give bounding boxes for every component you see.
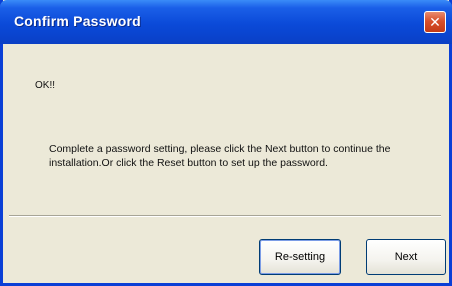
next-button[interactable]: Next xyxy=(366,239,446,275)
separator xyxy=(9,215,441,217)
close-icon: ✕ xyxy=(429,14,441,30)
confirm-password-dialog: Confirm Password ✕ OK!! Complete a passw… xyxy=(0,0,452,286)
close-button[interactable]: ✕ xyxy=(424,11,446,33)
title-bar[interactable]: Confirm Password ✕ xyxy=(0,0,452,44)
dialog-title: Confirm Password xyxy=(14,13,141,29)
status-text: OK!! xyxy=(35,80,56,91)
resetting-button[interactable]: Re-setting xyxy=(259,239,341,275)
dialog-body: OK!! Complete a password setting, please… xyxy=(3,44,449,283)
instruction-message: Complete a password setting, please clic… xyxy=(49,143,391,169)
